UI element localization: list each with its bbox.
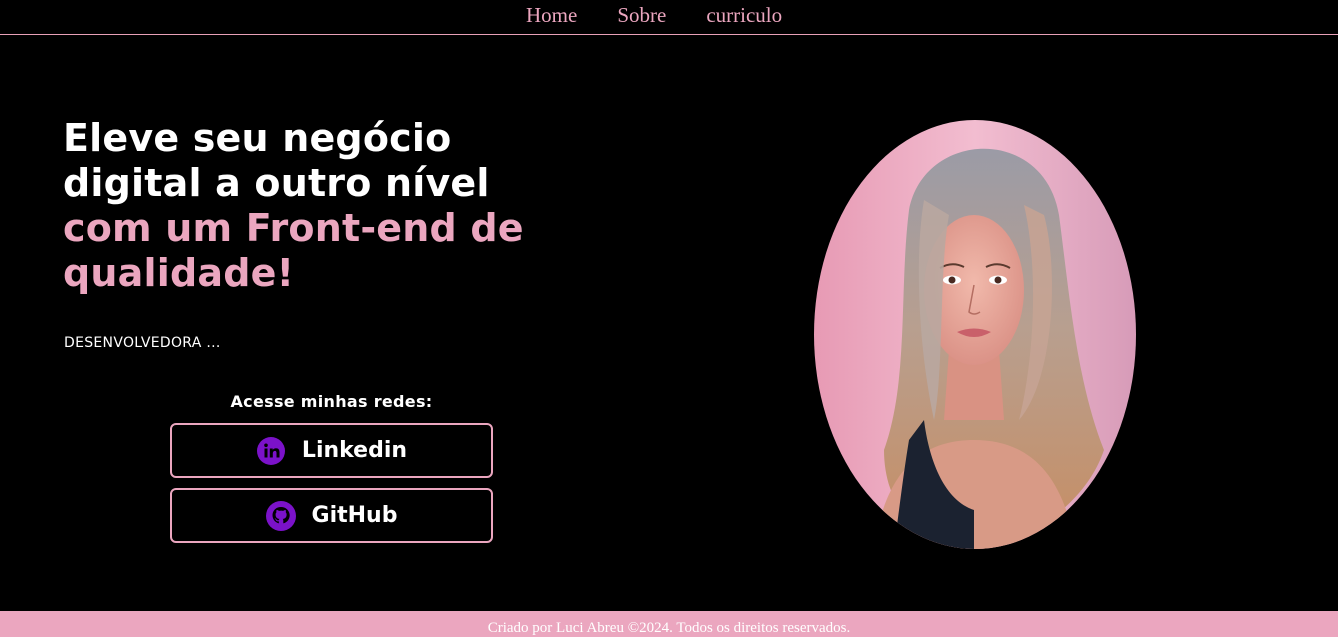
linkedin-label: Linkedin bbox=[301, 438, 408, 463]
nav-sobre-link[interactable]: Sobre bbox=[617, 3, 666, 27]
linkedin-button[interactable]: Linkedin bbox=[170, 423, 493, 478]
github-icon bbox=[265, 500, 296, 531]
linkedin-icon bbox=[256, 436, 286, 466]
hero-section: Eleve seu negócio digital a outro nível … bbox=[63, 116, 623, 296]
github-label: GitHub bbox=[311, 503, 398, 528]
hero-subtitle: DESENVOLVEDORA ... bbox=[64, 335, 221, 351]
footer-text: Criado por Luci Abreu ©2024. Todos os di… bbox=[487, 620, 851, 636]
hero-title: Eleve seu negócio digital a outro nível … bbox=[63, 116, 623, 296]
nav-home-link[interactable]: Home bbox=[526, 3, 577, 27]
hero-title-accent-line1: com um Front-end de bbox=[63, 206, 524, 250]
github-button[interactable]: GitHub bbox=[170, 488, 493, 543]
top-nav: Home Sobre curriculo bbox=[0, 0, 1338, 35]
social-heading: Acesse minhas redes: bbox=[230, 392, 433, 411]
hero-title-line1: Eleve seu negócio bbox=[63, 116, 452, 160]
nav-curriculo-link[interactable]: curriculo bbox=[706, 3, 782, 27]
nav-links: Home Sobre curriculo bbox=[526, 3, 782, 27]
social-section: Acesse minhas redes: Linkedin GitHub bbox=[170, 392, 493, 553]
hero-title-accent-line2: qualidade! bbox=[63, 251, 295, 295]
profile-photo bbox=[814, 120, 1136, 549]
hero-title-line2: digital a outro nível bbox=[63, 161, 490, 205]
footer: Criado por Luci Abreu ©2024. Todos os di… bbox=[0, 611, 1338, 637]
